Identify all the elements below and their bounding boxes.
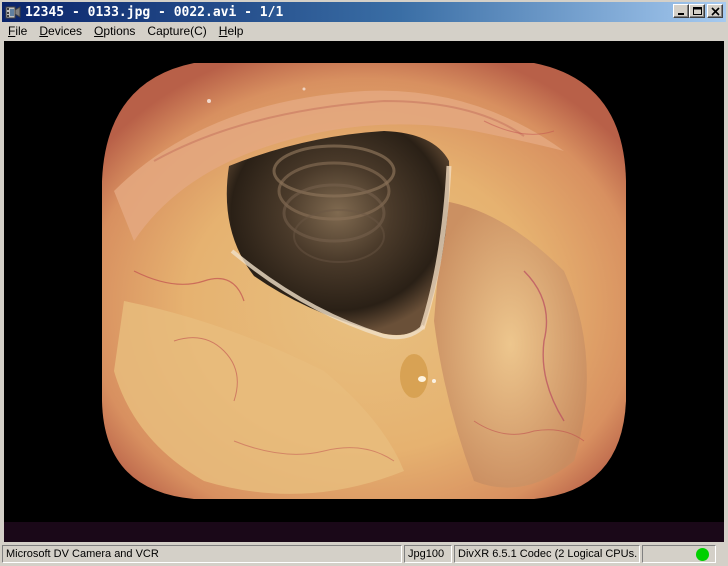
menu-bar: File Devices Options Capture(C) Help — [2, 22, 726, 40]
window-title: 12345 - 0133.jpg - 0022.avi - 1/1 — [25, 4, 284, 20]
app-window: 12345 - 0133.jpg - 0022.avi - 1/1 File D… — [0, 0, 728, 566]
menu-devices[interactable]: Devices — [33, 22, 88, 40]
video-preview[interactable] — [4, 41, 724, 541]
status-format: Jpg100 — [404, 545, 452, 563]
title-bar[interactable]: 12345 - 0133.jpg - 0022.avi - 1/1 — [2, 2, 726, 22]
endoscope-frame-image — [102, 63, 626, 499]
minimize-button[interactable] — [673, 4, 689, 18]
video-bottom-strip — [4, 522, 724, 542]
recording-indicator-icon — [696, 547, 709, 561]
status-codec: DivXR 6.5.1 Codec (2 Logical CPUs. — [454, 545, 640, 563]
menu-help[interactable]: Help — [213, 22, 250, 40]
status-device: Microsoft DV Camera and VCR — [2, 545, 402, 563]
status-bar: Microsoft DV Camera and VCR Jpg100 DivXR… — [2, 544, 726, 564]
film-camera-icon[interactable] — [5, 4, 21, 20]
close-button[interactable] — [707, 4, 723, 18]
menu-options[interactable]: Options — [88, 22, 141, 40]
menu-file[interactable]: File — [2, 22, 33, 40]
maximize-button[interactable] — [689, 4, 705, 18]
status-indicator-panel — [642, 545, 716, 563]
menu-capture[interactable]: Capture(C) — [141, 22, 212, 40]
